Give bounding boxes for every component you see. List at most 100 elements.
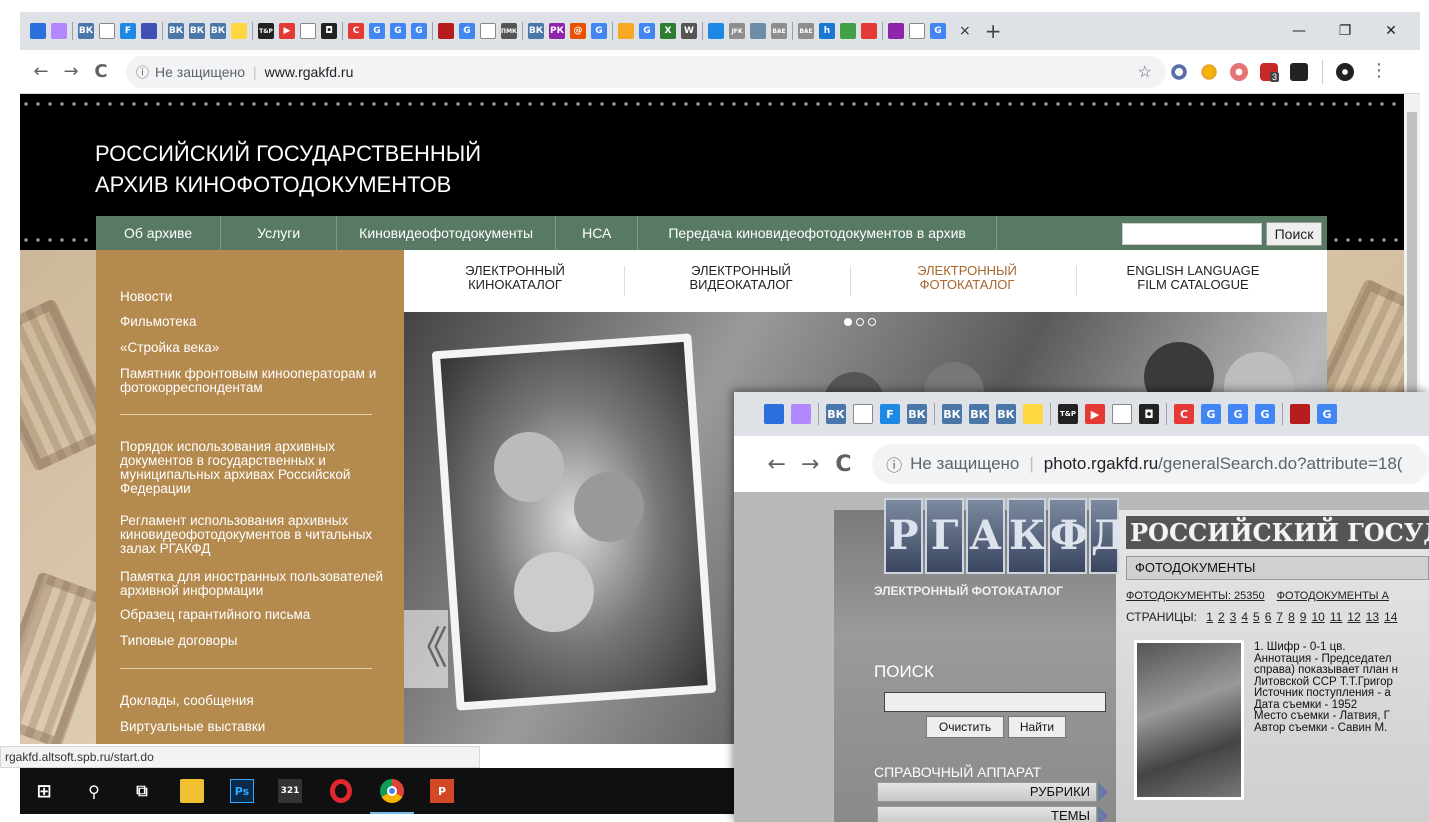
- tab-favicon-icon[interactable]: G: [1255, 404, 1275, 424]
- page-link[interactable]: 5: [1253, 610, 1260, 624]
- photo-thumbnail[interactable]: [1134, 640, 1244, 800]
- tab-favicon-icon[interactable]: G: [369, 23, 385, 39]
- counts-link-2[interactable]: ФОТОДОКУМЕНТЫ А: [1277, 590, 1389, 602]
- tab-favicon-icon[interactable]: ВК: [969, 404, 989, 424]
- page-link[interactable]: 13: [1366, 610, 1379, 624]
- menu-icon[interactable]: ⋮: [1370, 60, 1388, 81]
- page-link[interactable]: 3: [1230, 610, 1237, 624]
- tab-favicon-icon[interactable]: JFK: [729, 23, 745, 39]
- tab-favicon-icon[interactable]: [764, 404, 784, 424]
- sidebar-link-monument[interactable]: Памятник фронтовым кинооператорам и фото…: [120, 367, 392, 395]
- new-tab-button[interactable]: +: [985, 19, 1002, 43]
- profile-avatar[interactable]: [1336, 63, 1354, 81]
- tab-favicon-icon[interactable]: ◘: [1139, 404, 1159, 424]
- tab-favicon-icon[interactable]: [1290, 404, 1310, 424]
- tab-favicon-icon[interactable]: [141, 23, 157, 39]
- start-icon[interactable]: ⊞: [32, 779, 56, 803]
- tab-favicon-icon[interactable]: [30, 23, 46, 39]
- tab-favicon-icon[interactable]: ВК: [826, 404, 846, 424]
- tab-favicon-icon[interactable]: ВК: [528, 23, 544, 39]
- url-input[interactable]: ⓘ Не защищено | www.rgakfd.ru ☆: [126, 55, 1166, 88]
- page-link[interactable]: 11: [1330, 610, 1342, 624]
- close-window-button[interactable]: ✕: [1368, 12, 1414, 50]
- sidebar-link-stroyka[interactable]: «Стройка века»: [120, 341, 392, 355]
- page-link[interactable]: 1: [1206, 610, 1213, 624]
- tab-favicon-icon[interactable]: ВК: [907, 404, 927, 424]
- tab-favicon-icon[interactable]: [791, 404, 811, 424]
- find-button[interactable]: Найти: [1008, 716, 1066, 738]
- tab-favicon-icon[interactable]: ВК: [189, 23, 205, 39]
- info-icon[interactable]: ⓘ: [886, 452, 902, 476]
- tab-favicon-icon[interactable]: [51, 23, 67, 39]
- catalog-film[interactable]: ЭЛЕКТРОННЫЙ КИНОКАТАЛОГ: [410, 264, 620, 292]
- extension-ring-icon[interactable]: [1170, 63, 1188, 81]
- page-link[interactable]: 14: [1384, 610, 1397, 624]
- tab-favicon-icon[interactable]: G: [411, 23, 427, 39]
- maximize-button[interactable]: ❐: [1322, 12, 1368, 50]
- tab-favicon-icon[interactable]: ВК: [996, 404, 1016, 424]
- reload-button-2[interactable]: C: [827, 452, 860, 477]
- tab-favicon-icon[interactable]: T&P: [258, 23, 274, 39]
- slider-prev-button[interactable]: 《: [404, 610, 448, 688]
- tab-favicon-icon[interactable]: @: [570, 23, 586, 39]
- page-link[interactable]: 7: [1276, 610, 1283, 624]
- tab-favicon-icon[interactable]: G: [390, 23, 406, 39]
- tab-favicon-icon[interactable]: [1112, 404, 1132, 424]
- extension-flower-icon[interactable]: [1200, 63, 1218, 81]
- sidebar-link-usage-order[interactable]: Порядок использования архивных документо…: [120, 440, 392, 496]
- tab-favicon-icon[interactable]: G: [459, 23, 475, 39]
- task-view-icon[interactable]: ⧉: [130, 779, 154, 803]
- tab-favicon-icon[interactable]: F: [880, 404, 900, 424]
- tab-favicon-icon[interactable]: [861, 23, 877, 39]
- explorer-icon[interactable]: [180, 779, 204, 803]
- page-link[interactable]: 9: [1300, 610, 1307, 624]
- site-search-input[interactable]: [1122, 223, 1262, 245]
- tab-favicon-icon[interactable]: [708, 23, 724, 39]
- tab-favicon-icon[interactable]: ВК: [210, 23, 226, 39]
- tab-favicon-icon[interactable]: [1023, 404, 1043, 424]
- tab-favicon-icon[interactable]: G: [930, 23, 946, 39]
- slider-dot[interactable]: [856, 318, 864, 326]
- back-button[interactable]: ←: [26, 61, 56, 82]
- tab-favicon-icon[interactable]: [909, 23, 925, 39]
- nav-transfer[interactable]: Передача киновидеофотодокументов в архив: [638, 216, 997, 250]
- nav-services[interactable]: Услуги: [221, 216, 338, 250]
- topics-button[interactable]: ТЕМЫ: [877, 806, 1097, 822]
- page-link[interactable]: 2: [1218, 610, 1225, 624]
- tab-favicon-icon[interactable]: ▶: [279, 23, 295, 39]
- tab-favicon-icon[interactable]: ◘: [321, 23, 337, 39]
- tab-favicon-icon[interactable]: ВК: [168, 23, 184, 39]
- nav-nsa[interactable]: НСА: [556, 216, 639, 250]
- tab-favicon-icon[interactable]: W: [681, 23, 697, 39]
- slider-dot[interactable]: [868, 318, 876, 326]
- chrome-icon[interactable]: [380, 779, 404, 803]
- sidebar-link-reglament[interactable]: Регламент использования архивных киновид…: [120, 514, 392, 556]
- counts-link[interactable]: ФОТОДОКУМЕНТЫ: 25350: [1126, 590, 1265, 602]
- tab-favicon-icon[interactable]: [231, 23, 247, 39]
- minimize-button[interactable]: —: [1276, 12, 1322, 50]
- tab-favicon-icon[interactable]: [840, 23, 856, 39]
- tab-favicon-icon[interactable]: ВАЕ: [771, 23, 787, 39]
- tab-favicon-icon[interactable]: ВАЕ: [798, 23, 814, 39]
- forward-button-2[interactable]: →: [793, 452, 826, 477]
- nav-about[interactable]: Об архиве: [96, 216, 222, 250]
- photoshop-icon[interactable]: Ps: [230, 779, 254, 803]
- catalog-english[interactable]: ENGLISH LANGUAGE FILM CATALOGUE: [1088, 264, 1298, 292]
- tab-favicon-icon[interactable]: [480, 23, 496, 39]
- rubrics-button[interactable]: РУБРИКИ: [877, 782, 1097, 802]
- tab-close-icon[interactable]: ×: [959, 23, 971, 39]
- tab-favicon-icon[interactable]: C: [348, 23, 364, 39]
- page-link[interactable]: 6: [1265, 610, 1272, 624]
- page-link[interactable]: 12: [1347, 610, 1360, 624]
- slider-dot[interactable]: [844, 318, 852, 326]
- tab-favicon-icon[interactable]: [300, 23, 316, 39]
- page-link[interactable]: 4: [1241, 610, 1248, 624]
- sidebar-link-filmoteka[interactable]: Фильмотека: [120, 315, 392, 329]
- tab-favicon-icon[interactable]: [438, 23, 454, 39]
- opera-icon[interactable]: [330, 779, 352, 803]
- forward-button[interactable]: →: [56, 61, 86, 82]
- calendar-icon[interactable]: 321: [278, 779, 302, 803]
- tab-favicon-icon[interactable]: G: [591, 23, 607, 39]
- tab-favicon-icon[interactable]: G: [1228, 404, 1248, 424]
- tab-favicon-icon[interactable]: РК: [549, 23, 565, 39]
